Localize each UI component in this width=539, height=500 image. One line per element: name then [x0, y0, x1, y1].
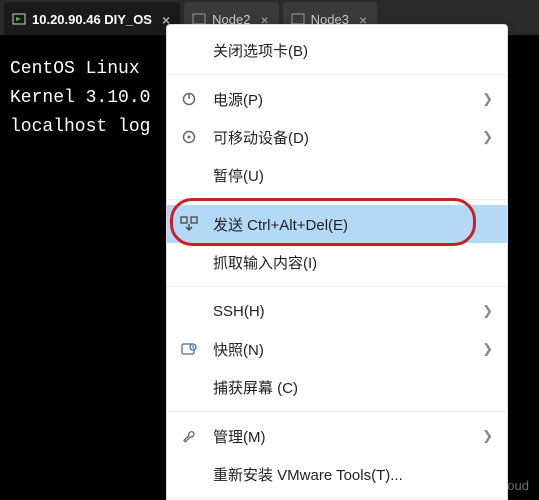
chevron-right-icon: ❯	[482, 129, 493, 145]
menu-divider	[167, 498, 507, 499]
menu-label: 捕获屏幕 (C)	[213, 377, 493, 398]
menu-reinstall-tools[interactable]: 重新安装 VMware Tools(T)...	[167, 455, 507, 493]
menu-label: 抓取输入内容(I)	[213, 252, 493, 273]
menu-grab-input[interactable]: 抓取输入内容(I)	[167, 243, 507, 281]
menu-label: 可移动设备(D)	[213, 127, 482, 148]
menu-label: 关闭选项卡(B)	[213, 40, 493, 61]
menu-divider	[167, 199, 507, 200]
console-icon	[12, 13, 26, 27]
menu-label: 暂停(U)	[213, 165, 493, 186]
menu-removable[interactable]: 可移动设备(D) ❯	[167, 118, 507, 156]
chevron-right-icon: ❯	[482, 341, 493, 357]
menu-divider	[167, 286, 507, 287]
menu-label: SSH(H)	[213, 303, 482, 320]
menu-snapshot[interactable]: 快照(N) ❯	[167, 330, 507, 368]
menu-label: 重新安装 VMware Tools(T)...	[213, 464, 493, 485]
menu-power[interactable]: 电源(P) ❯	[167, 80, 507, 118]
menu-divider	[167, 411, 507, 412]
snapshot-icon	[177, 341, 201, 357]
wrench-icon	[177, 428, 201, 444]
send-icon	[177, 216, 201, 232]
power-icon	[177, 91, 201, 107]
chevron-right-icon: ❯	[482, 303, 493, 319]
menu-label: 快照(N)	[213, 339, 482, 360]
chevron-right-icon: ❯	[482, 91, 493, 107]
menu-manage[interactable]: 管理(M) ❯	[167, 417, 507, 455]
menu-label: 发送 Ctrl+Alt+Del(E)	[213, 214, 493, 235]
context-menu: 关闭选项卡(B) 电源(P) ❯ 可移动设备(D) ❯ 暂停(U) 发送 Ctr…	[166, 24, 508, 500]
menu-close-tab[interactable]: 关闭选项卡(B)	[167, 31, 507, 69]
menu-send-ctrl-alt-del[interactable]: 发送 Ctrl+Alt+Del(E)	[167, 205, 507, 243]
tab-label: 10.20.90.46 DIY_OS	[32, 12, 152, 27]
menu-capture[interactable]: 捕获屏幕 (C)	[167, 368, 507, 406]
menu-ssh[interactable]: SSH(H) ❯	[167, 292, 507, 330]
chevron-right-icon: ❯	[482, 428, 493, 444]
device-icon	[177, 129, 201, 145]
tab-active[interactable]: 10.20.90.46 DIY_OS ×	[4, 2, 180, 37]
menu-label: 电源(P)	[213, 89, 482, 110]
menu-label: 管理(M)	[213, 426, 482, 447]
menu-divider	[167, 74, 507, 75]
menu-pause[interactable]: 暂停(U)	[167, 156, 507, 194]
